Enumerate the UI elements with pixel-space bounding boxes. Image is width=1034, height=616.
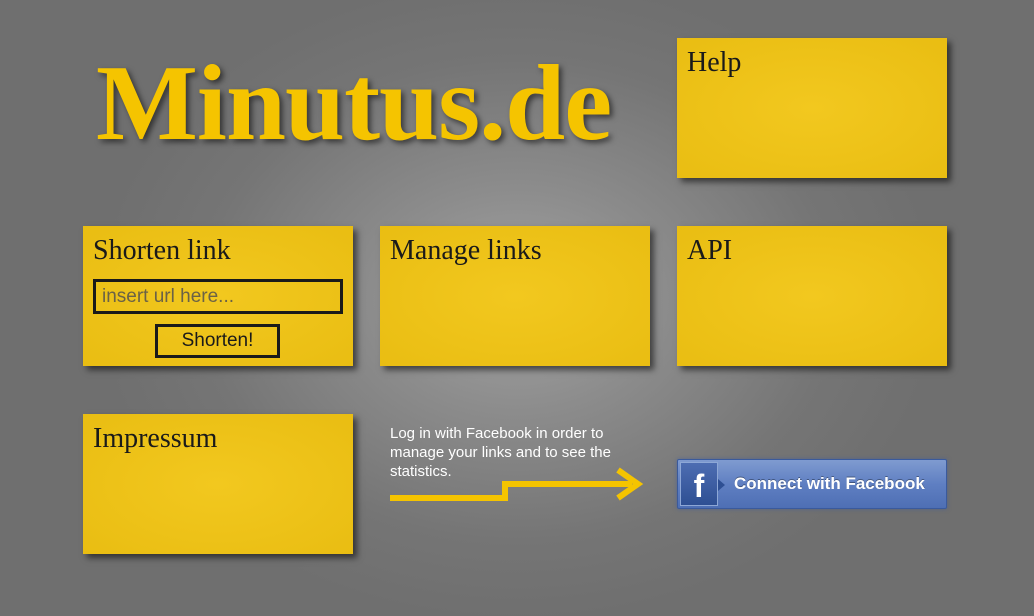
arrow-right-icon: [390, 467, 644, 501]
url-input[interactable]: [93, 279, 343, 314]
manage-links-tile-title: Manage links: [390, 235, 542, 266]
api-tile-title: API: [687, 235, 733, 266]
shorten-button[interactable]: Shorten!: [155, 324, 280, 358]
api-tile[interactable]: API: [677, 226, 947, 366]
connect-with-facebook-label: Connect with Facebook: [734, 474, 925, 493]
shorten-link-tile-title: Shorten link: [93, 235, 231, 266]
connect-with-facebook-button[interactable]: f Connect with Facebook: [677, 459, 947, 509]
manage-links-tile[interactable]: Manage links: [380, 226, 650, 366]
help-tile[interactable]: Help: [677, 38, 947, 178]
impressum-tile[interactable]: Impressum: [83, 414, 353, 554]
facebook-icon: f: [680, 462, 725, 506]
help-tile-title: Help: [687, 47, 742, 78]
impressum-tile-title: Impressum: [93, 423, 218, 454]
shorten-link-tile: Shorten link Shorten!: [83, 226, 353, 366]
site-logo: Minutus.de: [96, 44, 612, 163]
